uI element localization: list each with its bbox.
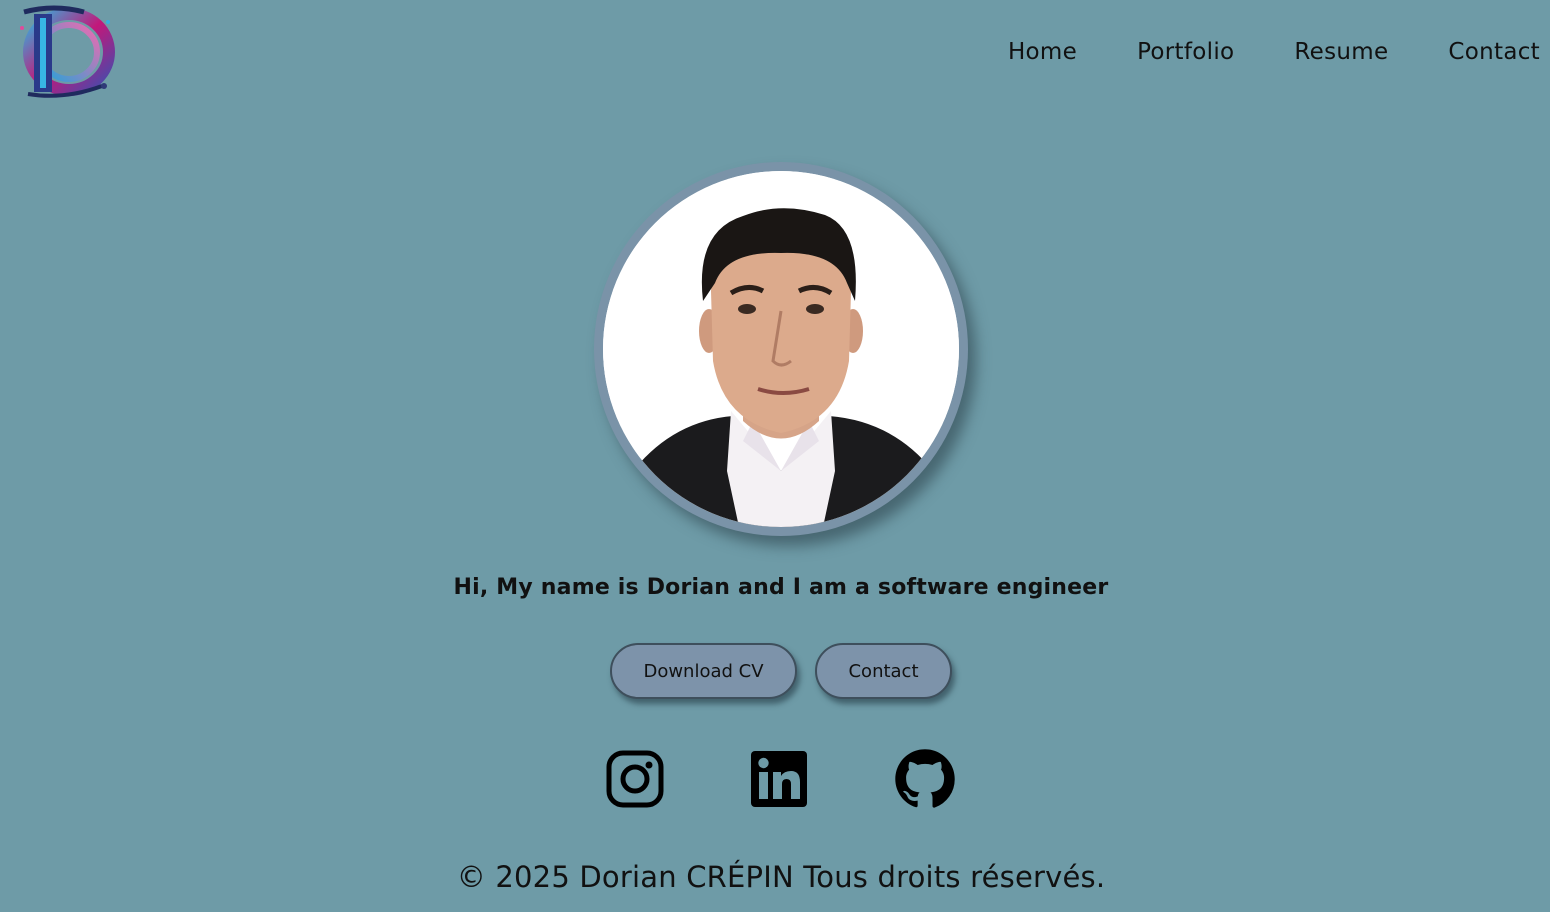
intro-heading: Hi, My name is Dorian and I am a softwar… [453, 575, 1109, 600]
nav-resume-link[interactable]: Resume [1294, 36, 1388, 68]
linkedin-icon[interactable] [748, 748, 810, 810]
hero-actions: Download CV Contact [610, 643, 952, 699]
contact-button[interactable]: Contact [815, 643, 952, 699]
profile-photo [603, 171, 959, 527]
download-cv-button[interactable]: Download CV [610, 643, 797, 699]
nav-home-link[interactable]: Home [1008, 36, 1077, 68]
footer-copyright: © 2025 Dorian CRÉPIN Tous droits réservé… [456, 860, 1106, 894]
github-icon[interactable] [894, 748, 956, 810]
logo-d-icon [20, 5, 115, 98]
person-portrait-image [603, 171, 959, 527]
nav-portfolio-link[interactable]: Portfolio [1137, 36, 1234, 68]
site-logo[interactable] [14, 4, 116, 100]
main-nav: Home Portfolio Resume Contact [948, 36, 1540, 68]
social-links [604, 748, 960, 810]
instagram-icon[interactable] [604, 748, 666, 810]
profile-photo-frame [594, 162, 968, 536]
nav-contact-link[interactable]: Contact [1448, 36, 1540, 68]
